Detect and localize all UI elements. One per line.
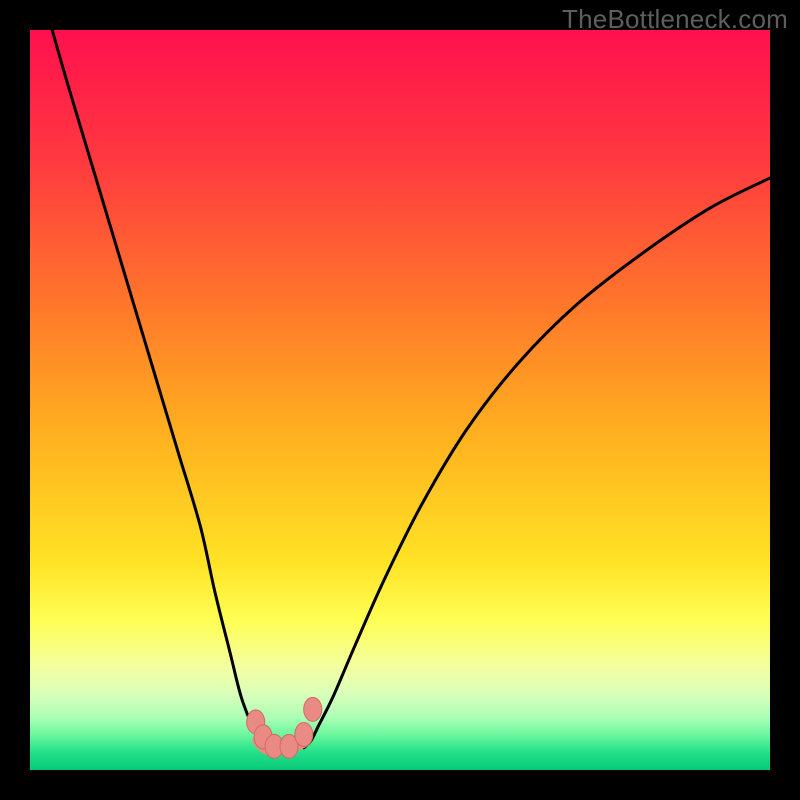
plot-area — [30, 30, 770, 770]
chart-frame: TheBottleneck.com — [0, 0, 800, 800]
data-marker — [304, 697, 322, 721]
data-marker — [295, 722, 313, 746]
gradient-background — [30, 30, 770, 770]
chart-svg — [30, 30, 770, 770]
